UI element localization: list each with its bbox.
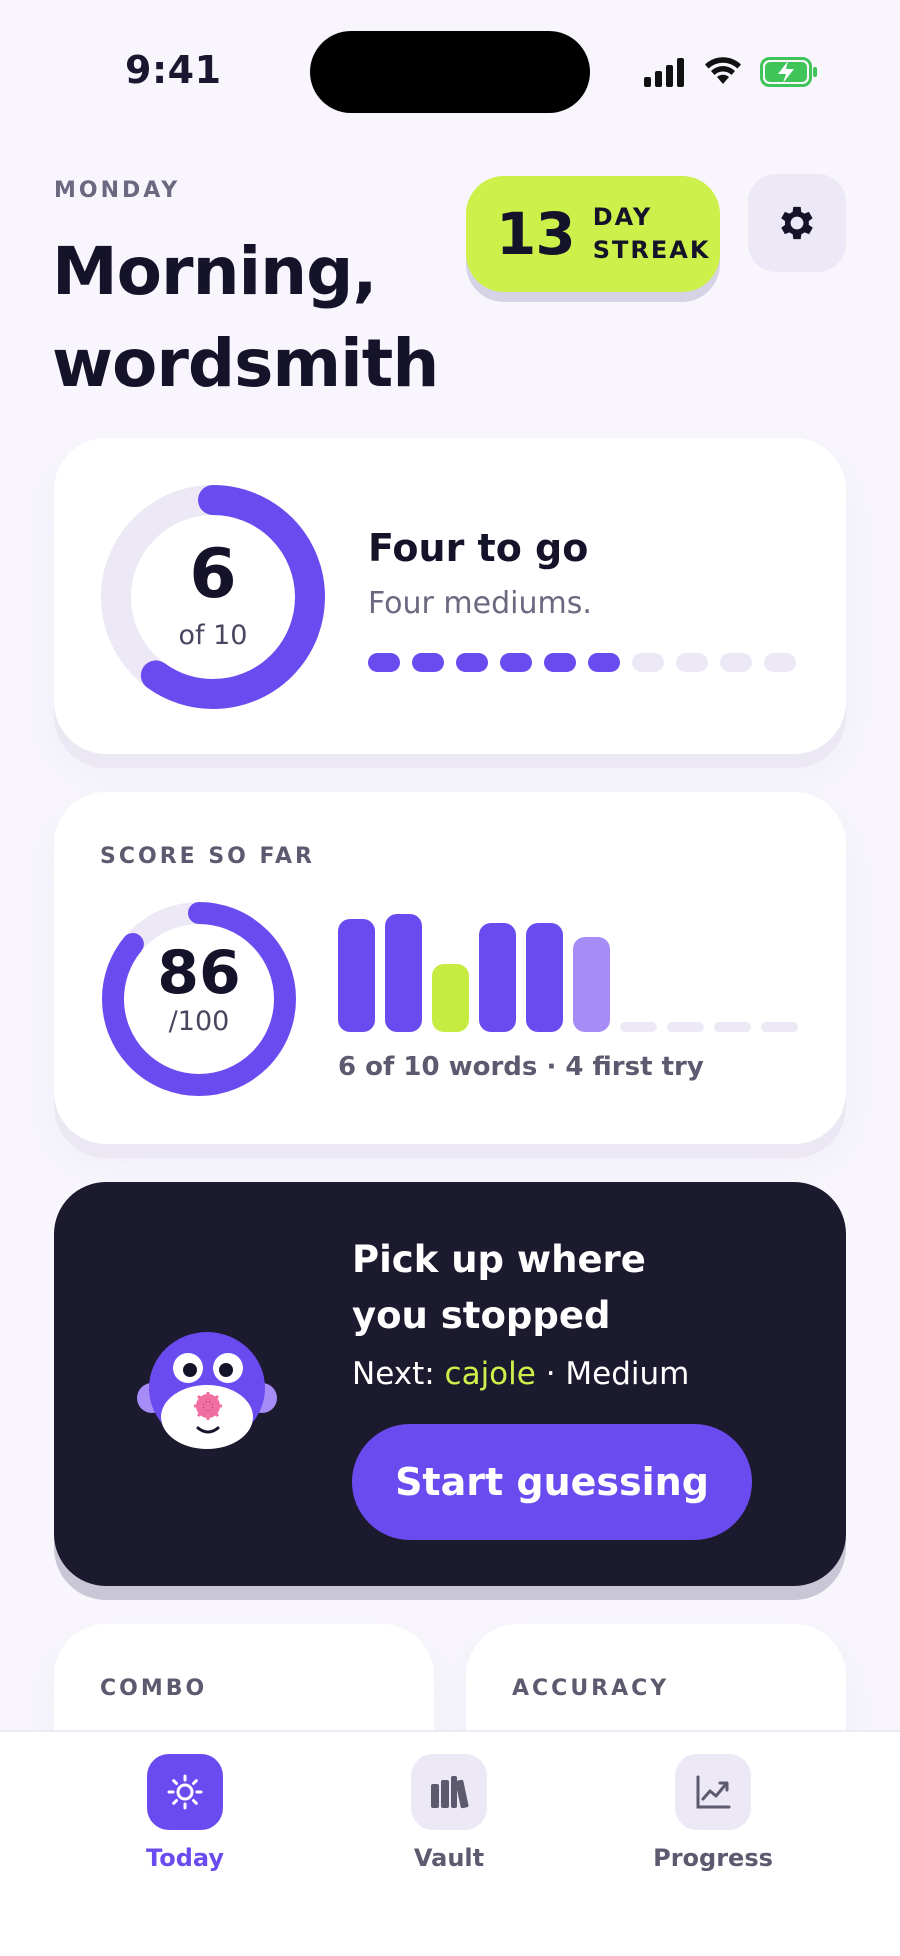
resume-title: Pick up where you stopped xyxy=(352,1232,646,1344)
word-score-bar xyxy=(573,937,610,1032)
page-title: Morning, wordsmith xyxy=(52,226,439,410)
settings-button[interactable] xyxy=(748,174,846,272)
tab-progress-icon-bg xyxy=(675,1754,751,1830)
books-icon xyxy=(431,1776,469,1809)
resume-title-line-2: you stopped xyxy=(352,1294,611,1337)
streak-badge[interactable]: 13 DAY STREAK xyxy=(466,176,720,292)
word-score-bar xyxy=(526,923,563,1032)
score-summary: 6 of 10 words · 4 first try xyxy=(338,1052,704,1082)
combo-label: COMBO xyxy=(100,1676,208,1701)
dynamic-island xyxy=(310,31,590,113)
progress-pip xyxy=(412,653,444,672)
word-score-bar xyxy=(385,914,422,1032)
word-score-bar xyxy=(667,1022,704,1032)
tab-today-label: Today xyxy=(146,1844,224,1872)
progress-pip xyxy=(632,653,664,672)
word-progress-pips xyxy=(368,653,796,672)
next-difficulty: Medium xyxy=(565,1356,690,1392)
status-time: 9:41 xyxy=(125,48,222,92)
progress-pip xyxy=(676,653,708,672)
progress-title: Four to go xyxy=(368,526,589,570)
score-value: 86 xyxy=(157,938,241,1008)
words-done-count: 6 xyxy=(189,535,237,614)
progress-subtitle: Four mediums. xyxy=(368,586,592,621)
daily-progress-card[interactable]: 6 of 10 Four to go Four mediums. xyxy=(54,438,846,754)
wifi-icon xyxy=(705,57,741,84)
tab-today[interactable]: Today xyxy=(110,1754,260,1872)
streak-label: DAY STREAK xyxy=(593,201,711,267)
word-score-bar xyxy=(432,964,469,1032)
mascot-icon xyxy=(137,1332,277,1449)
progress-pip xyxy=(500,653,532,672)
tab-vault[interactable]: Vault xyxy=(374,1754,524,1872)
greeting-line-1: Morning, xyxy=(52,233,377,310)
progress-pip xyxy=(368,653,400,672)
streak-label-line-1: DAY xyxy=(592,203,653,231)
tab-today-icon-bg xyxy=(147,1754,223,1830)
next-separator: · xyxy=(545,1356,556,1392)
chart-icon xyxy=(696,1775,731,1809)
next-word-line: Next: cajole · Medium xyxy=(352,1356,689,1392)
tab-vault-label: Vault xyxy=(413,1844,485,1872)
word-score-bar xyxy=(479,923,516,1032)
word-score-bar xyxy=(761,1022,798,1032)
progress-pip xyxy=(456,653,488,672)
progress-pip xyxy=(720,653,752,672)
word-score-bar xyxy=(714,1022,751,1032)
word-score-bar xyxy=(338,919,375,1032)
accuracy-label: ACCURACY xyxy=(512,1676,670,1701)
bottom-tab-bar: Today Vault Progress xyxy=(0,1730,900,1956)
resume-title-line-1: Pick up where xyxy=(352,1238,646,1281)
next-prefix: Next: xyxy=(352,1356,435,1392)
tab-progress-label: Progress xyxy=(653,1844,773,1872)
next-word: cajole xyxy=(444,1356,536,1392)
day-label: MONDAY xyxy=(54,178,181,203)
cellular-signal-icon xyxy=(644,58,684,87)
word-score-bars xyxy=(338,910,798,1032)
tab-progress[interactable]: Progress xyxy=(638,1754,788,1872)
battery-charging-icon xyxy=(760,57,817,87)
sun-icon xyxy=(167,1774,203,1810)
progress-pip xyxy=(764,653,796,672)
score-section-label: SCORE SO FAR xyxy=(100,844,315,869)
word-score-bar xyxy=(620,1022,657,1032)
progress-pip xyxy=(544,653,576,672)
progress-pip xyxy=(588,653,620,672)
streak-count: 13 xyxy=(496,200,576,268)
start-guessing-button[interactable]: Start guessing xyxy=(352,1424,752,1540)
gear-icon xyxy=(781,206,813,240)
greeting-line-2: wordsmith xyxy=(52,325,439,402)
score-card[interactable]: SCORE SO FAR 86 /100 6 of 10 words · 4 f… xyxy=(54,792,846,1144)
score-max-label: /100 xyxy=(168,1006,230,1037)
words-total-label: of 10 xyxy=(178,620,248,651)
tab-vault-icon-bg xyxy=(411,1754,487,1830)
streak-label-line-2: STREAK xyxy=(592,236,711,264)
